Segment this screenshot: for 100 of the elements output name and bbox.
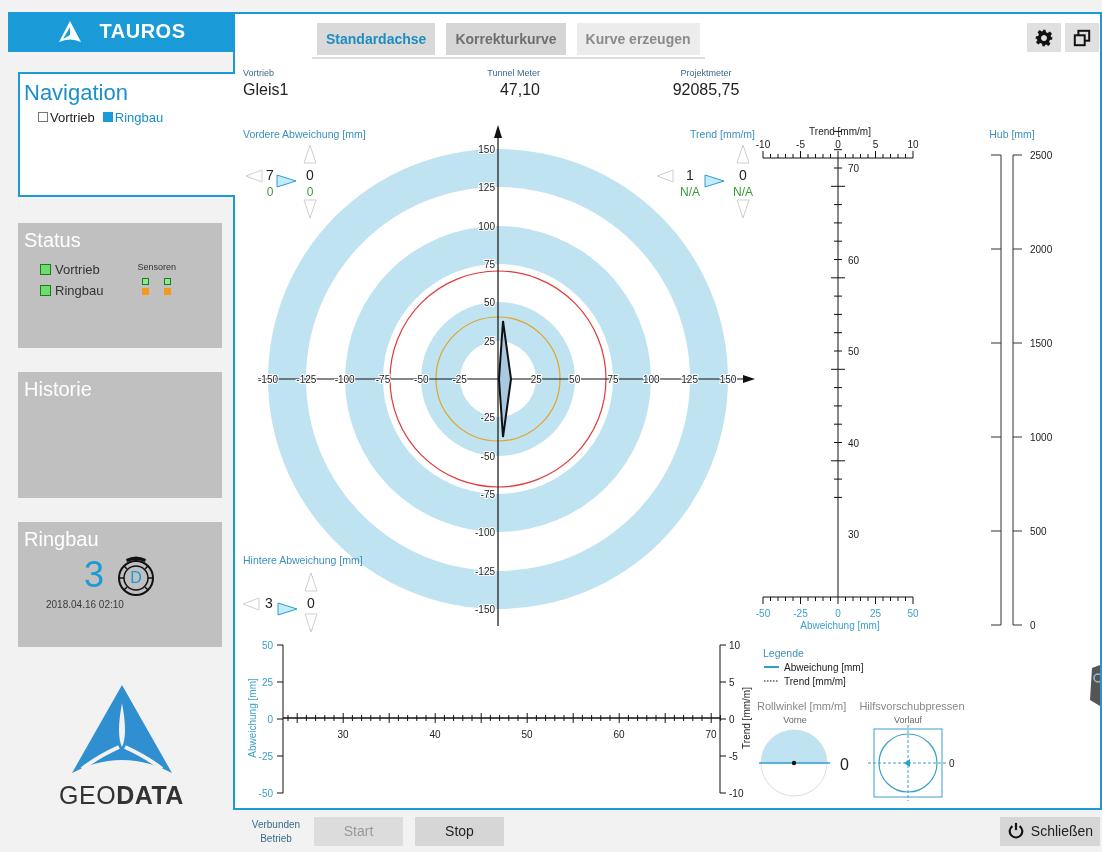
nav-item[interactable]: Vortrieb [38, 109, 95, 125]
up-arrow-icon[interactable] [303, 144, 317, 164]
right-arrow-icon[interactable] [276, 174, 297, 188]
sub-value-text: N/A [733, 185, 753, 199]
axis-label: 1000 [1030, 432, 1053, 443]
left-arrow-icon[interactable] [245, 169, 263, 183]
axis-label: 100 [643, 374, 660, 385]
axis-label: -25 [452, 374, 467, 385]
value-text: 0 [306, 167, 314, 183]
tab[interactable]: Standardachse [317, 23, 436, 55]
tab[interactable]: Korrekturkurve [446, 23, 566, 55]
legend-label: Trend [mm/m] [784, 676, 846, 687]
brand-name: GEODATA [59, 781, 184, 810]
settings-button[interactable] [1027, 23, 1061, 52]
axis-label: 25 [530, 374, 542, 385]
gauge-title: Rollwinkel [mm/m] [757, 700, 847, 712]
window-button[interactable] [1065, 23, 1099, 52]
axis-label: 60 [848, 254, 860, 266]
value-text: 1 [686, 167, 694, 183]
section-title: Trend [mm/m] [690, 128, 755, 140]
left-arrow-icon[interactable] [242, 597, 260, 611]
axis-label: 60 [613, 729, 625, 740]
axis-label: 75 [607, 374, 619, 385]
timestamp: 2018.04.16 02:10 [45, 598, 125, 610]
action-button[interactable]: Stop [415, 816, 504, 846]
axis-label: 125 [478, 182, 495, 194]
logo-icon [71, 685, 172, 775]
axis-label: 0 [835, 608, 841, 619]
value-text: 3 [265, 595, 273, 611]
axis-label: 50 [848, 346, 860, 357]
axis-label: 40 [429, 729, 441, 740]
axis-label: 50 [261, 640, 273, 651]
axis-label: 70 [705, 729, 717, 740]
sensors-label: Sensoren [137, 262, 176, 273]
right-arrow-icon[interactable] [704, 174, 725, 188]
axis-label: -25 [258, 751, 273, 762]
up-arrow-icon[interactable] [304, 572, 318, 592]
axis-label: 50 [907, 608, 919, 619]
axis-label: -5 [796, 139, 805, 150]
axis-label: -25 [480, 412, 495, 424]
gauge-title: Hilfsvorschubpressen [859, 700, 965, 712]
value-text: 0 [739, 167, 747, 183]
nav-item[interactable]: Ringbau [102, 109, 164, 125]
axis-label: 50 [569, 374, 581, 385]
field-label: Vortrieb [243, 68, 276, 78]
axis-label: -25 [793, 608, 808, 619]
gauge-value: 0 [840, 756, 849, 773]
axis-label: -75 [480, 489, 495, 500]
axis-label: -50 [480, 450, 495, 462]
close-button[interactable]: Schließen [1000, 816, 1100, 846]
axis-label: -50 [414, 374, 429, 385]
axis-label: 5 [729, 677, 735, 688]
legend-line [763, 666, 780, 668]
gauge-subtitle: Vorlauf [894, 715, 922, 725]
down-arrow-icon[interactable] [736, 199, 750, 219]
card-title: Ringbau [24, 527, 100, 551]
axis-label: 150 [719, 374, 737, 385]
axis-title: Abweichung [mm] [800, 620, 880, 631]
value-text: 7 [266, 167, 274, 183]
chart-title: Hub [mm] [989, 128, 1035, 140]
field-label: Projektmeter [680, 68, 732, 78]
axis-title: Abweichung [mm] [247, 678, 258, 758]
axis-label: -50 [258, 788, 273, 799]
power-icon [1006, 822, 1025, 840]
axis-label: -125 [296, 374, 317, 385]
axis-label: 10 [729, 640, 741, 651]
up-arrow-icon[interactable] [736, 144, 750, 164]
axis-label: 50 [483, 297, 495, 309]
legend-title: Legende [763, 647, 804, 659]
axis-label: 5 [872, 139, 879, 150]
left-arrow-icon[interactable] [656, 169, 674, 183]
sub-value-text: N/A [680, 185, 700, 199]
axis-label: -10 [729, 788, 744, 799]
down-arrow-icon[interactable] [303, 199, 317, 219]
card-title: Historie [24, 378, 93, 402]
right-arrow-icon[interactable] [277, 602, 298, 616]
axis-label: 1500 [1030, 338, 1053, 349]
axis-label: 70 [848, 163, 860, 174]
axis-label: 0 [267, 714, 273, 725]
axis-title: Trend [mm/m] [741, 687, 752, 749]
down-arrow-icon[interactable] [304, 613, 318, 633]
field-value: 92085,75 [672, 81, 740, 99]
axis-label: 30 [848, 529, 860, 540]
logo-icon [57, 19, 82, 44]
panel-title: Navigation [24, 79, 129, 106]
axis-label: 50 [521, 729, 533, 740]
chart-title: Trend [mm/m] [809, 126, 871, 137]
axis-label: -150 [258, 374, 278, 385]
axis-label: 25 [869, 608, 882, 619]
axis-label: 100 [478, 220, 495, 232]
axis-label: 30 [337, 729, 349, 740]
legend-label: Abweichung [mm] [784, 662, 864, 673]
ring-number: 3 [84, 553, 104, 596]
axis-label: -10 [755, 139, 771, 150]
side-tab[interactable] [1090, 665, 1100, 706]
field-value: 47,10 [499, 81, 540, 99]
axis-label: -5 [729, 751, 738, 762]
value-text: 0 [307, 595, 315, 611]
gauge-subtitle: Vorne [783, 715, 807, 725]
axis-label: -100 [334, 374, 355, 385]
